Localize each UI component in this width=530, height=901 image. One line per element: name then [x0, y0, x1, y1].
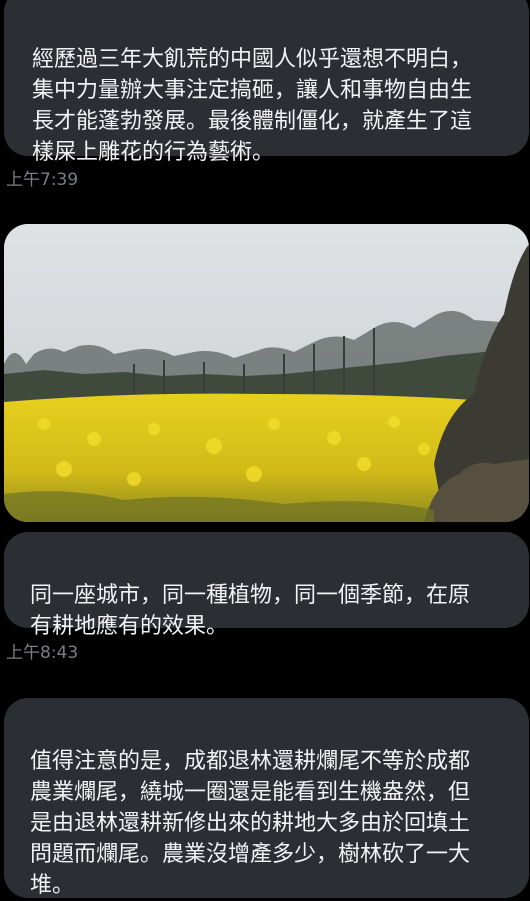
message-bubble[interactable]: 值得注意的是，成都退林還耕爛尾不等於成都 農業爛尾，繞城一圈還是能看到生機盎然，…	[4, 698, 529, 898]
message-text: 值得注意的是，成都退林還耕爛尾不等於成都 農業爛尾，繞城一圈還是能看到生機盎然，…	[30, 749, 471, 898]
message-text: 經歷過三年大飢荒的中國人似乎還想不明白， 集中力量辦大事注定搞砸，讓人和事物自由…	[32, 47, 473, 165]
message-timestamp: 上午8:43	[6, 643, 79, 663]
message-bubble[interactable]: 經歷過三年大飢荒的中國人似乎還想不明白， 集中力量辦大事注定搞砸，讓人和事物自由…	[4, 0, 529, 165]
message-timestamp: 上午7:39	[6, 170, 79, 190]
photo-image	[4, 224, 529, 522]
message-bubble[interactable]: 同一座城市，同一種植物，同一個季節，在原 有耕地應有的效果。	[4, 532, 529, 639]
message-text: 同一座城市，同一種植物，同一個季節，在原 有耕地應有的效果。	[30, 583, 471, 639]
chat-conversation: 經歷過三年大飢荒的中國人似乎還想不明白， 集中力量辦大事注定搞砸，讓人和事物自由…	[0, 0, 530, 898]
rapeseed-field-photo[interactable]	[4, 224, 529, 522]
